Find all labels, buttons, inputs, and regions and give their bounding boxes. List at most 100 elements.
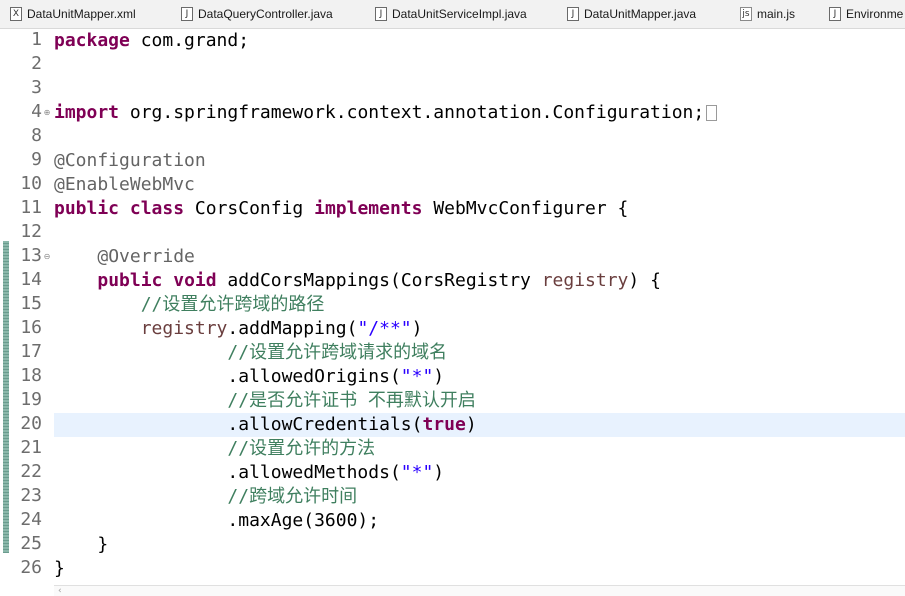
line-number: 16 [20, 317, 42, 338]
line-number: 4 [31, 101, 42, 122]
code-token: } [54, 558, 65, 579]
code-token: "*" [400, 462, 434, 483]
code-editor[interactable]: 1 2 3 4 ⊕ 8 9 10 11 12 13 ⊖ 14 15 16 17 18 19 20 21 22 23 24 25… [0, 29, 905, 596]
tab-label: main.js [757, 7, 796, 21]
code-line[interactable]: public void addCorsMappings(CorsRegistry… [54, 269, 905, 293]
code-line[interactable]: } [54, 557, 905, 581]
code-line[interactable] [54, 53, 905, 77]
code-token: @Override [97, 246, 195, 267]
code-line[interactable]: //跨域允许时间 [54, 485, 905, 509]
tab-datauniitmapper-xml[interactable]: X DataUnitMapper.xml [10, 0, 136, 28]
collapsed-imports-icon[interactable] [706, 105, 718, 121]
js-file-icon: js [740, 7, 752, 21]
code-token: .allowedOrigins( [54, 366, 401, 387]
code-line[interactable]: import org.springframework.context.annot… [54, 101, 905, 125]
code-token: registry [541, 270, 629, 291]
code-line[interactable]: registry.addMapping("/**") [54, 317, 905, 341]
code-line[interactable]: //设置允许跨域请求的域名 [54, 341, 905, 365]
code-token: //设置允许跨域的路径 [140, 294, 325, 315]
code-token: void [173, 270, 217, 291]
code-line[interactable]: public class CorsConfig implements WebMv… [54, 197, 905, 221]
code-token: ) [433, 366, 445, 387]
code-token: WebMvcConfigurer { [422, 198, 629, 219]
tab-label: DataUnitServiceImpl.java [392, 7, 527, 21]
code-line[interactable]: //是否允许证书 不再默认开启 [54, 389, 905, 413]
code-line[interactable]: .allowedOrigins("*") [54, 365, 905, 389]
expand-fold-icon[interactable]: ⊕ [43, 109, 51, 117]
code-line[interactable] [54, 77, 905, 101]
code-token: .allowCredentials( [54, 414, 423, 435]
line-number: 22 [20, 461, 42, 482]
code-token: true [422, 414, 466, 435]
code-token: public [54, 198, 120, 219]
change-ruler [0, 29, 9, 595]
code-area[interactable]: package com.grand; import org.springframe… [54, 29, 905, 595]
code-token: CorsConfig [184, 198, 315, 219]
line-number: 15 [20, 293, 42, 314]
line-number: 12 [20, 221, 42, 242]
code-token: //跨域允许时间 [227, 486, 358, 507]
line-number: 14 [20, 269, 42, 290]
line-number: 9 [31, 149, 42, 170]
code-token: addCorsMappings(CorsRegistry [216, 270, 542, 291]
line-number: 17 [20, 341, 42, 362]
tab-label: Environme [846, 7, 904, 21]
line-number: 23 [20, 485, 42, 506]
collapse-fold-icon[interactable]: ⊖ [43, 253, 51, 261]
java-file-icon: J [181, 7, 193, 21]
code-line[interactable]: @Override [54, 245, 905, 269]
code-token: ) { [628, 270, 661, 291]
line-number-gutter: 1 2 3 4 ⊕ 8 9 10 11 12 13 ⊖ 14 15 16 17 18 19 20 21 22 23 24 25… [9, 29, 54, 595]
horizontal-scrollbar[interactable]: ‹ [54, 585, 905, 596]
line-number: 10 [20, 173, 42, 194]
tab-label: DataQueryController.java [198, 7, 333, 21]
code-token: "*" [400, 366, 434, 387]
line-number: 21 [20, 437, 42, 458]
line-number: 8 [31, 125, 42, 146]
java-file-icon: J [375, 7, 387, 21]
code-line[interactable]: } [54, 533, 905, 557]
code-line[interactable]: @EnableWebMvc [54, 173, 905, 197]
editor-tab-bar: X DataUnitMapper.xml J DataQueryControll… [0, 0, 905, 29]
code-line[interactable]: //设置允许的方法 [54, 437, 905, 461]
line-number: 2 [31, 53, 42, 74]
line-number: 18 [20, 365, 42, 386]
code-token: implements [314, 198, 423, 219]
line-number: 24 [20, 509, 42, 530]
tab-main-js[interactable]: js main.js [740, 0, 795, 28]
code-line[interactable]: .allowCredentials(true) [54, 413, 905, 437]
code-token: @Configuration [54, 150, 206, 171]
code-token: @EnableWebMvc [54, 174, 195, 195]
tab-dataunitmapper-java[interactable]: J DataUnitMapper.java [567, 0, 696, 28]
line-number: 3 [31, 77, 42, 98]
java-file-icon: J [567, 7, 579, 21]
code-line[interactable]: .maxAge(3600); [54, 509, 905, 533]
code-token: org.springframework.context.annotation.C… [119, 102, 705, 123]
code-token: package [54, 30, 130, 51]
code-line[interactable]: .allowedMethods("*") [54, 461, 905, 485]
code-line[interactable] [54, 221, 905, 245]
code-token: "/**" [357, 318, 412, 339]
tab-dataunitserviceimpl-java[interactable]: J DataUnitServiceImpl.java [375, 0, 527, 28]
code-token: registry [140, 318, 228, 339]
line-number: 11 [20, 197, 42, 218]
code-token: //是否允许证书 不再默认开启 [227, 390, 476, 411]
tab-dataquerycontroller-java[interactable]: J DataQueryController.java [181, 0, 333, 28]
line-number: 13 [20, 245, 42, 266]
tab-label: DataUnitMapper.xml [27, 7, 136, 21]
code-line[interactable]: @Configuration [54, 149, 905, 173]
code-line[interactable] [54, 125, 905, 149]
line-number: 25 [20, 533, 42, 554]
code-token: //设置允许跨域请求的域名 [227, 342, 448, 363]
code-line[interactable]: //设置允许跨域的路径 [54, 293, 905, 317]
tab-environment[interactable]: J Environme [829, 0, 903, 28]
code-line[interactable]: package com.grand; [54, 29, 905, 53]
